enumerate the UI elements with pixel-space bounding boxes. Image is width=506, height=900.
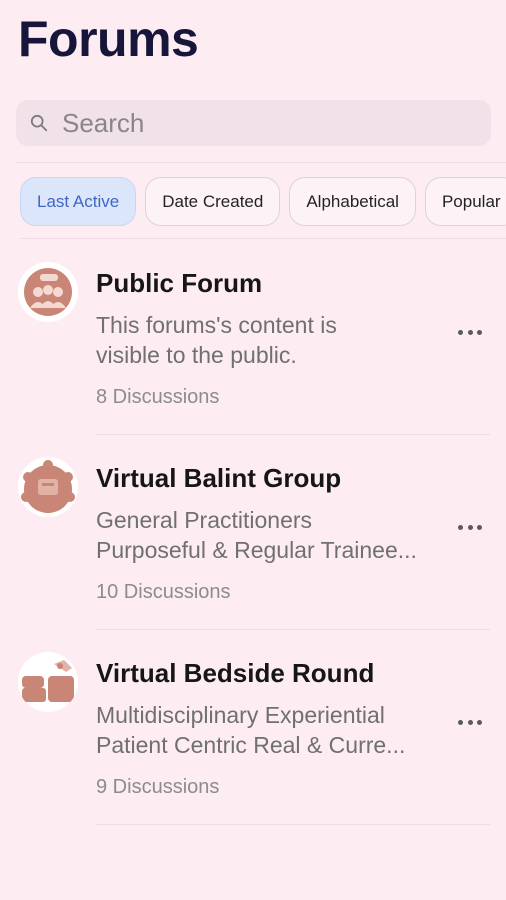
- discussion-count: 9 Discussions: [96, 776, 220, 798]
- forum-list: Public Forum This forums's content is vi…: [0, 262, 506, 847]
- forum-title: Virtual Balint Group: [96, 463, 342, 493]
- forum-row-public-forum[interactable]: Public Forum This forums's content is vi…: [0, 262, 506, 457]
- more-options-icon[interactable]: [458, 523, 482, 531]
- forum-avatar: [18, 652, 78, 712]
- divider: [96, 434, 490, 435]
- filter-chip-popular[interactable]: Popular: [424, 177, 506, 226]
- people-group-icon: [18, 262, 78, 322]
- filter-chip-last-active[interactable]: Last Active: [20, 177, 137, 226]
- divider: [20, 238, 506, 239]
- filter-chips: Last Active Date Created Alphabetical Po…: [20, 177, 506, 226]
- filter-chip-alphabetical[interactable]: Alphabetical: [289, 177, 416, 226]
- forum-description: This forums's content is visible to the …: [96, 310, 448, 370]
- forum-description-line: This forums's content is: [96, 312, 337, 338]
- forum-row-virtual-balint-group[interactable]: Virtual Balint Group General Practitione…: [0, 457, 506, 652]
- hospital-bed-icon: [18, 652, 78, 712]
- discussion-count: 8 Discussions: [96, 386, 220, 408]
- divider: [16, 162, 506, 163]
- forum-description: Multidisciplinary Experiential Patient C…: [96, 700, 448, 760]
- discussion-count: 10 Discussions: [96, 581, 231, 603]
- forum-avatar: [18, 262, 78, 322]
- divider: [96, 629, 490, 630]
- meeting-table-icon: [18, 457, 78, 517]
- forum-description-line: visible to the public.: [96, 342, 297, 368]
- forum-title: Public Forum: [96, 268, 263, 298]
- forum-description-line: General Practitioners: [96, 507, 313, 533]
- more-options-icon[interactable]: [458, 328, 482, 336]
- search-icon: [30, 114, 48, 132]
- forum-description-line: Multidisciplinary Experiential: [96, 702, 385, 728]
- more-options-icon[interactable]: [458, 718, 482, 726]
- forum-description: General Practitioners Purposeful & Regul…: [96, 505, 448, 565]
- divider: [96, 824, 490, 825]
- search-input[interactable]: [62, 107, 462, 139]
- forum-avatar: [18, 457, 78, 517]
- search-bar[interactable]: [16, 100, 491, 146]
- filter-chip-date-created[interactable]: Date Created: [145, 177, 281, 226]
- forum-title: Virtual Bedside Round: [96, 658, 375, 688]
- forum-row-virtual-bedside-round[interactable]: Virtual Bedside Round Multidisciplinary …: [0, 652, 506, 847]
- forum-description-line: Patient Centric Real & Curre...: [96, 732, 406, 758]
- forum-description-line: Purposeful & Regular Trainee...: [96, 537, 417, 563]
- page-title: Forums: [18, 11, 199, 67]
